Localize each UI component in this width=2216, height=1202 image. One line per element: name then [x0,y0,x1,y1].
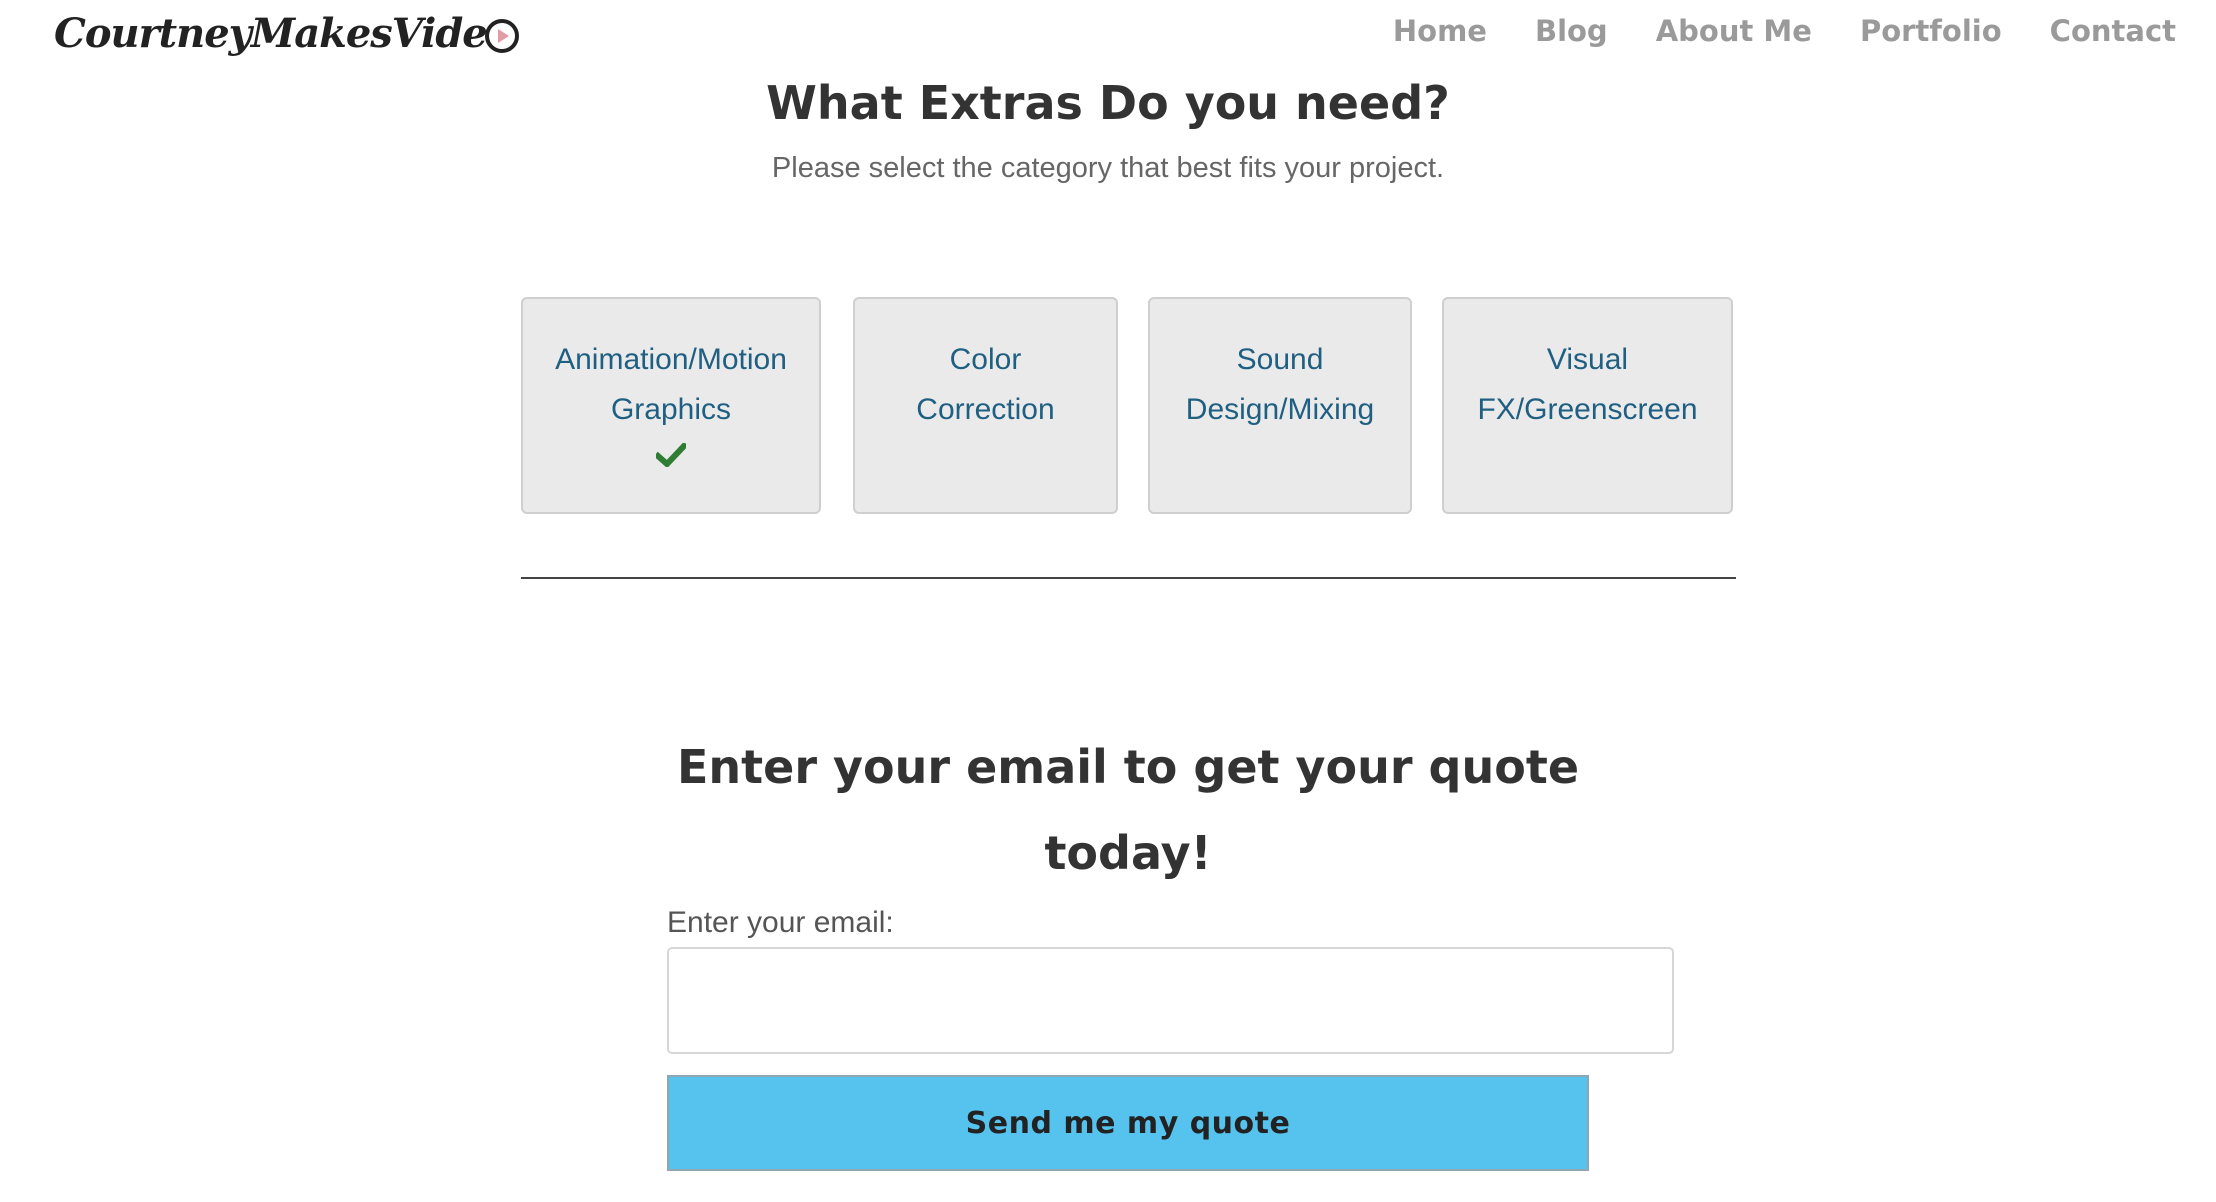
section-divider [521,577,1736,579]
category-label: Visual FX/Greenscreen [1466,335,1709,435]
nav-portfolio[interactable]: Portfolio [1860,14,2002,48]
nav-blog[interactable]: Blog [1535,14,1608,48]
checkmark-icon [656,443,686,467]
logo-text: CourtneyMakesVide [54,9,488,57]
category-label-line1: Animation/Motion [555,343,787,376]
play-circle-icon [484,19,519,53]
site-header: CourtneyMakesVide Home Blog About Me Por… [0,0,2216,82]
category-label: Color Correction [877,335,1094,435]
category-label-line2: Correction [916,393,1055,426]
category-label-line2: FX/Greenscreen [1477,393,1698,426]
category-label-line2: Graphics [610,393,732,426]
category-card-animation-motion-graphics[interactable]: Animation/Motion Graphics [521,297,821,514]
category-label-line1: Sound [1236,343,1324,376]
category-label-line2: Design/Mixing [1185,393,1375,426]
category-label: Sound Design/Mixing [1172,335,1388,435]
email-label: Enter your email: [667,906,894,939]
nav-about-me[interactable]: About Me [1656,14,1812,48]
nav-home[interactable]: Home [1393,14,1487,48]
quote-heading-line1: Enter your email to get your quote [676,740,1580,794]
main-nav: Home Blog About Me Portfolio Contact [1393,14,2176,48]
email-field[interactable] [667,947,1674,1054]
category-card-sound-design-mixing[interactable]: Sound Design/Mixing [1148,297,1412,514]
quote-heading: Enter your email to get your quote today… [640,724,1616,896]
quote-heading-line2: today! [1044,826,1212,880]
site-logo[interactable]: CourtneyMakesVide [54,2,519,64]
category-label-line1: Visual [1546,343,1629,376]
category-card-visual-fx-greenscreen[interactable]: Visual FX/Greenscreen [1442,297,1733,514]
category-card-color-correction[interactable]: Color Correction [853,297,1118,514]
category-label: Animation/Motion Graphics [545,335,797,435]
nav-contact[interactable]: Contact [2050,14,2176,48]
category-label-line1: Color [949,343,1022,376]
send-quote-button[interactable]: Send me my quote [667,1075,1589,1171]
section-subtitle: Please select the category that best fit… [771,152,1445,184]
